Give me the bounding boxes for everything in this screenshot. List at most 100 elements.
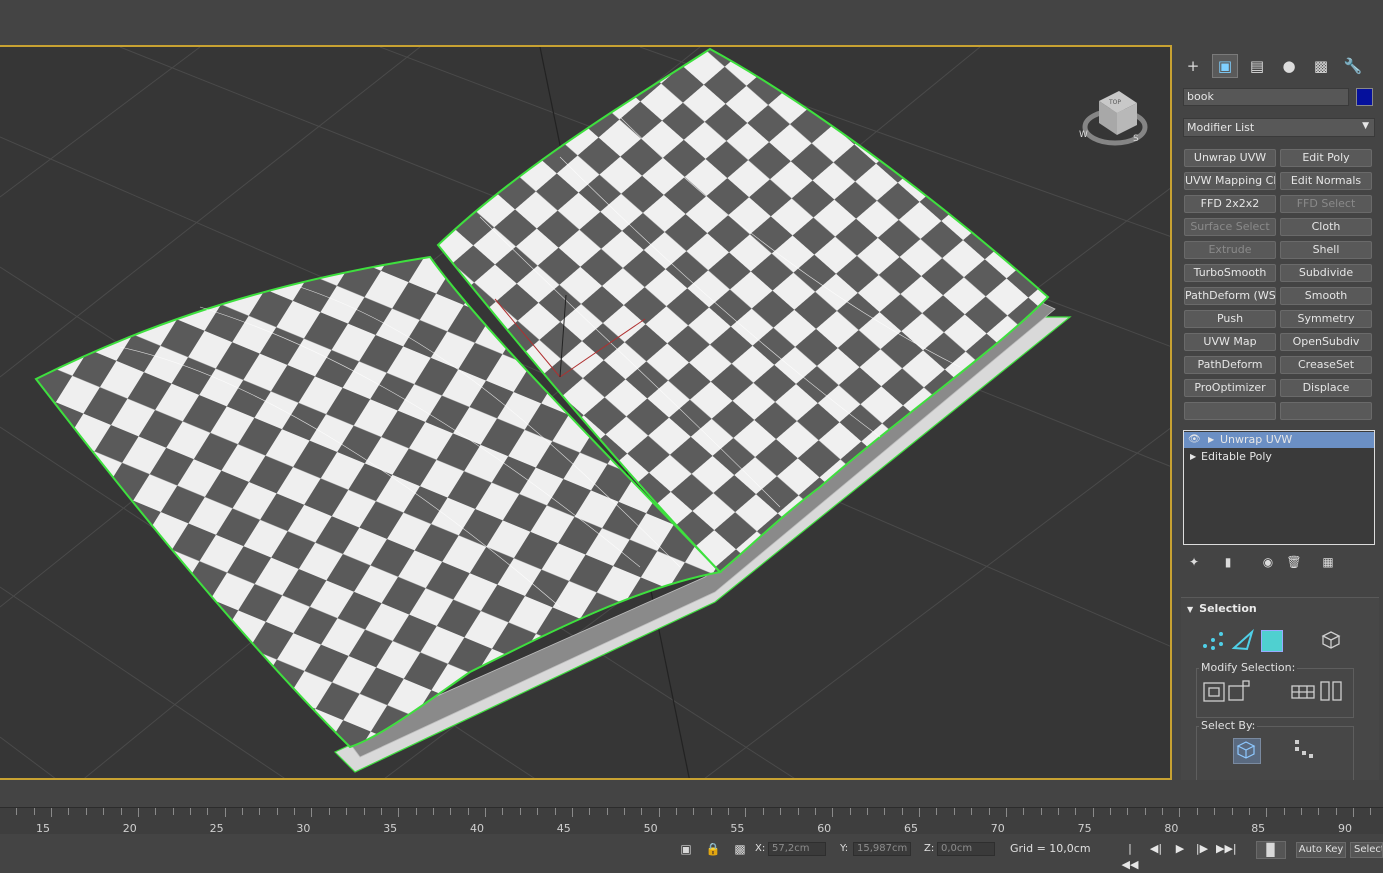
- stack-item-editable-poly[interactable]: ▶ Editable Poly: [1184, 449, 1374, 465]
- expand-triangle-icon[interactable]: ▶: [1208, 432, 1214, 448]
- timeline-tick-mark: [1335, 808, 1337, 815]
- modifier-button-edit-normals[interactable]: Edit Normals: [1280, 172, 1372, 190]
- auto-key-button[interactable]: Auto Key: [1296, 842, 1346, 858]
- timeline-tick-mark: [936, 808, 938, 815]
- modifier-button-creaseset[interactable]: CreaseSet: [1280, 356, 1372, 374]
- hierarchy-tab-icon[interactable]: ▤: [1244, 54, 1270, 78]
- timeline-tick-label: 40: [470, 822, 484, 835]
- modify-selection-label: Modify Selection:: [1199, 661, 1298, 674]
- z-coordinate-field[interactable]: 0,0cm: [937, 842, 995, 856]
- modifier-button-shell[interactable]: Shell: [1280, 241, 1372, 259]
- modifier-button-opensubdiv[interactable]: OpenSubdiv: [1280, 333, 1372, 351]
- select-by-group: [1196, 726, 1354, 781]
- modifier-button-uvw-mapping-clear[interactable]: UVW Mapping Clear: [1184, 172, 1276, 190]
- modifier-button-pathdeform[interactable]: PathDeform: [1184, 356, 1276, 374]
- display-tab-icon[interactable]: ▩: [1308, 54, 1334, 78]
- modifier-list-label: Modifier List: [1187, 121, 1255, 134]
- timeline-tick-mark: [1023, 808, 1025, 815]
- object-name-field[interactable]: book: [1183, 88, 1349, 106]
- modifier-button-uvw-map[interactable]: UVW Map: [1184, 333, 1276, 351]
- previous-frame-icon[interactable]: ◀|: [1146, 841, 1166, 857]
- modifier-button-turbosmooth[interactable]: TurboSmooth: [1184, 264, 1276, 282]
- time-slider-ruler[interactable]: 15 20 25 30 35 40 45 50 55 60 65 70 75 80 85 90: [0, 807, 1383, 835]
- timeline-tick-mark: [276, 808, 278, 815]
- modify-tab-icon[interactable]: ▣: [1212, 54, 1238, 78]
- timeline-tick-mark: [1162, 808, 1164, 815]
- x-label: X:: [755, 843, 766, 854]
- timeline-tick-mark: [485, 808, 487, 817]
- grow-selection-icon[interactable]: [1203, 680, 1251, 707]
- edge-select-icon[interactable]: [1231, 628, 1255, 655]
- timeline-tick-mark: [589, 808, 591, 815]
- modifier-button-empty-23[interactable]: [1280, 402, 1372, 420]
- viewport-canvas[interactable]: TOP W S: [0, 47, 1172, 780]
- modifier-stack[interactable]: 👁 ▶ Unwrap UVW ▶ Editable Poly: [1183, 430, 1375, 545]
- play-icon[interactable]: ▶: [1170, 841, 1190, 857]
- z-label: Z:: [924, 843, 935, 854]
- modifier-button-subdivide[interactable]: Subdivide: [1280, 264, 1372, 282]
- timeline-tick-mark: [519, 808, 521, 815]
- timeline-tick-mark: [33, 808, 35, 815]
- x-coordinate-field[interactable]: 57,2cm: [768, 842, 826, 856]
- timeline-tick-mark: [346, 808, 348, 815]
- stack-item-unwrap-uvw[interactable]: 👁 ▶ Unwrap UVW: [1184, 432, 1374, 448]
- show-end-result-icon[interactable]: ▮: [1219, 553, 1237, 571]
- select-element-icon[interactable]: [1319, 628, 1345, 655]
- configure-sets-icon[interactable]: ▦: [1319, 553, 1337, 571]
- eye-icon[interactable]: 👁: [1188, 432, 1201, 448]
- motion-tab-icon[interactable]: ●: [1276, 54, 1302, 78]
- go-to-end-icon[interactable]: ▶▶|: [1216, 841, 1237, 857]
- modifier-button-empty-22[interactable]: [1184, 402, 1276, 420]
- rollout-header[interactable]: ▼ Selection: [1187, 602, 1257, 615]
- status-bar: ▣ 🔒 ▩ X: 57,2cm Y: 15,987cm Z: 0,0cm Gri…: [0, 835, 1383, 871]
- lock-icon[interactable]: 🔒: [705, 841, 721, 857]
- modifier-button-prooptimizer[interactable]: ProOptimizer: [1184, 379, 1276, 397]
- utilities-wrench-icon[interactable]: 🔧: [1340, 54, 1366, 78]
- create-tab-plus-icon[interactable]: +: [1180, 54, 1206, 78]
- pin-stack-icon[interactable]: ✦: [1185, 553, 1203, 571]
- modifier-button-ffd-select[interactable]: FFD Select: [1280, 195, 1372, 213]
- ring-loop-icon[interactable]: [1291, 680, 1345, 705]
- select-by-element-icon[interactable]: [1233, 738, 1261, 764]
- timeline-tick-mark: [1179, 808, 1181, 817]
- expand-triangle-icon[interactable]: ▶: [1190, 449, 1196, 465]
- y-coordinate-field[interactable]: 15,987cm: [853, 842, 911, 856]
- key-mode-icon[interactable]: ▉: [1256, 841, 1286, 859]
- modifier-button-cloth[interactable]: Cloth: [1280, 218, 1372, 236]
- timeline-tick-mark: [797, 808, 799, 815]
- modifier-button-displace[interactable]: Displace: [1280, 379, 1372, 397]
- perspective-viewport[interactable]: TOP W S: [0, 45, 1172, 780]
- selection-set-field[interactable]: Selected: [1350, 842, 1383, 858]
- timeline-tick-mark: [971, 808, 973, 815]
- timeline-tick-mark: [1110, 808, 1112, 815]
- face-select-icon[interactable]: [1261, 630, 1283, 652]
- make-unique-icon[interactable]: ◉: [1259, 553, 1277, 571]
- modifier-button-surface-select[interactable]: Surface Select: [1184, 218, 1276, 236]
- compass-s-label: S: [1133, 134, 1139, 144]
- timeline-tick-mark: [328, 808, 330, 815]
- select-by-vertex-icon[interactable]: [1293, 738, 1317, 765]
- timeline-tick-mark: [120, 808, 122, 815]
- timeline-tick-mark: [502, 808, 504, 815]
- timeline-tick-mark: [554, 808, 556, 815]
- object-color-swatch[interactable]: [1356, 88, 1373, 106]
- timeline-tick-mark: [988, 808, 990, 815]
- modifier-button-unwrap-uvw[interactable]: Unwrap UVW: [1184, 149, 1276, 167]
- modifier-button-extrude[interactable]: Extrude: [1184, 241, 1276, 259]
- modifier-button-smooth[interactable]: Smooth: [1280, 287, 1372, 305]
- isolate-selection-icon[interactable]: ▣: [678, 841, 694, 857]
- vertex-select-icon[interactable]: [1201, 628, 1225, 655]
- compass-w-label: W: [1079, 130, 1088, 140]
- trash-icon[interactable]: 🗑: [1285, 553, 1303, 571]
- absolute-mode-icon[interactable]: ▩: [732, 841, 748, 857]
- modifier-list-dropdown[interactable]: Modifier List ▼: [1183, 118, 1375, 137]
- modifier-button-symmetry[interactable]: Symmetry: [1280, 310, 1372, 328]
- modifier-button-push[interactable]: Push: [1184, 310, 1276, 328]
- next-frame-icon[interactable]: |▶: [1192, 841, 1212, 857]
- timeline-tick-mark: [433, 808, 434, 815]
- modifier-button-ffd-2x2x2[interactable]: FFD 2x2x2: [1184, 195, 1276, 213]
- modifier-button-edit-poly[interactable]: Edit Poly: [1280, 149, 1372, 167]
- timeline-tick-mark: [867, 808, 868, 815]
- go-to-start-icon[interactable]: |◀◀: [1120, 841, 1140, 871]
- modifier-button-pathdeform-wsm[interactable]: PathDeform (WSM): [1184, 287, 1276, 305]
